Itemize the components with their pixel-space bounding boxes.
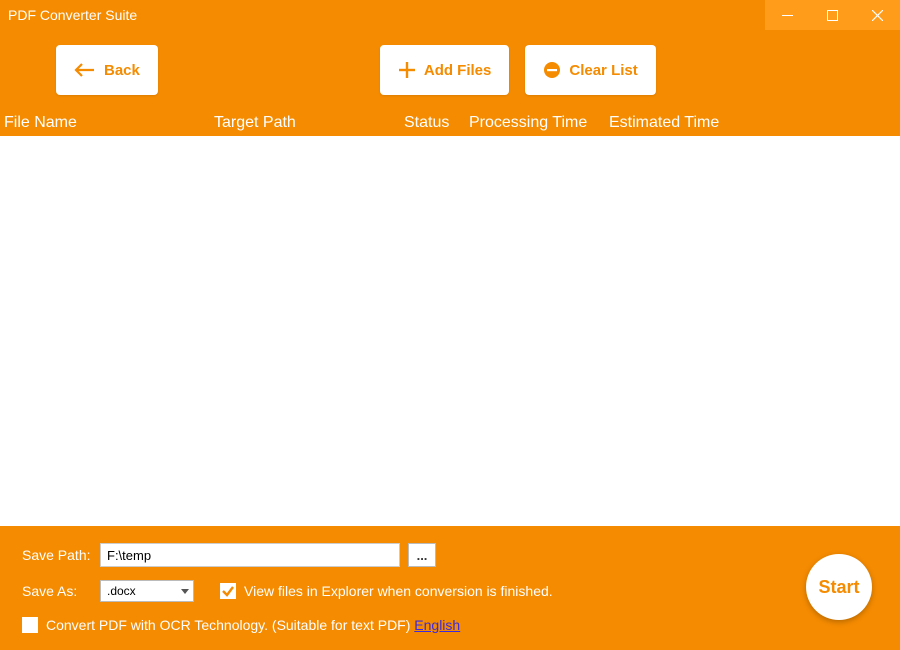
col-header-processing[interactable]: Processing Time <box>469 114 609 132</box>
save-as-value: .docx <box>107 584 136 598</box>
view-explorer-checkbox[interactable] <box>220 583 236 599</box>
col-header-target[interactable]: Target Path <box>214 114 404 132</box>
add-files-button[interactable]: Add Files <box>380 45 510 95</box>
clear-list-label: Clear List <box>569 62 637 79</box>
ocr-checkbox[interactable] <box>22 617 38 633</box>
start-label: Start <box>818 577 859 598</box>
save-path-label: Save Path: <box>22 547 92 563</box>
add-files-label: Add Files <box>424 62 492 79</box>
maximize-icon <box>827 10 838 21</box>
save-path-row: Save Path: ... <box>22 540 436 570</box>
minimize-button[interactable] <box>765 0 810 30</box>
clear-list-button[interactable]: Clear List <box>525 45 655 95</box>
bottom-panel: Save Path: ... Save As: .docx View files… <box>0 526 900 650</box>
ocr-language-link[interactable]: English <box>414 617 460 633</box>
save-as-select[interactable]: .docx <box>100 580 194 602</box>
col-header-filename[interactable]: File Name <box>4 114 214 132</box>
save-as-label: Save As: <box>22 583 92 599</box>
maximize-button[interactable] <box>810 0 855 30</box>
plus-icon <box>398 61 416 79</box>
close-icon <box>872 10 883 21</box>
minimize-icon <box>782 10 793 21</box>
browse-button[interactable]: ... <box>408 543 436 567</box>
close-button[interactable] <box>855 0 900 30</box>
file-list[interactable] <box>0 136 900 526</box>
browse-label: ... <box>417 548 428 563</box>
col-header-status[interactable]: Status <box>404 114 469 132</box>
view-explorer-label: View files in Explorer when conversion i… <box>244 583 553 599</box>
column-headers: File Name Target Path Status Processing … <box>0 110 900 136</box>
app-window: PDF Converter Suite Back Add Fi <box>0 0 900 650</box>
arrow-left-icon <box>74 62 96 78</box>
save-path-input[interactable] <box>100 543 400 567</box>
back-button[interactable]: Back <box>56 45 158 95</box>
start-button[interactable]: Start <box>806 554 872 620</box>
save-as-row: Save As: .docx View files in Explorer wh… <box>22 576 553 606</box>
ocr-row: Convert PDF with OCR Technology. (Suitab… <box>22 610 460 640</box>
chevron-down-icon <box>181 589 189 594</box>
clear-icon <box>543 61 561 79</box>
toolbar: Back Add Files Clear List <box>0 30 900 110</box>
ocr-label: Convert PDF with OCR Technology. (Suitab… <box>46 617 410 633</box>
col-header-estimated[interactable]: Estimated Time <box>609 114 809 132</box>
window-controls <box>765 0 900 30</box>
app-title: PDF Converter Suite <box>8 7 137 23</box>
back-label: Back <box>104 62 140 79</box>
title-bar[interactable]: PDF Converter Suite <box>0 0 900 30</box>
